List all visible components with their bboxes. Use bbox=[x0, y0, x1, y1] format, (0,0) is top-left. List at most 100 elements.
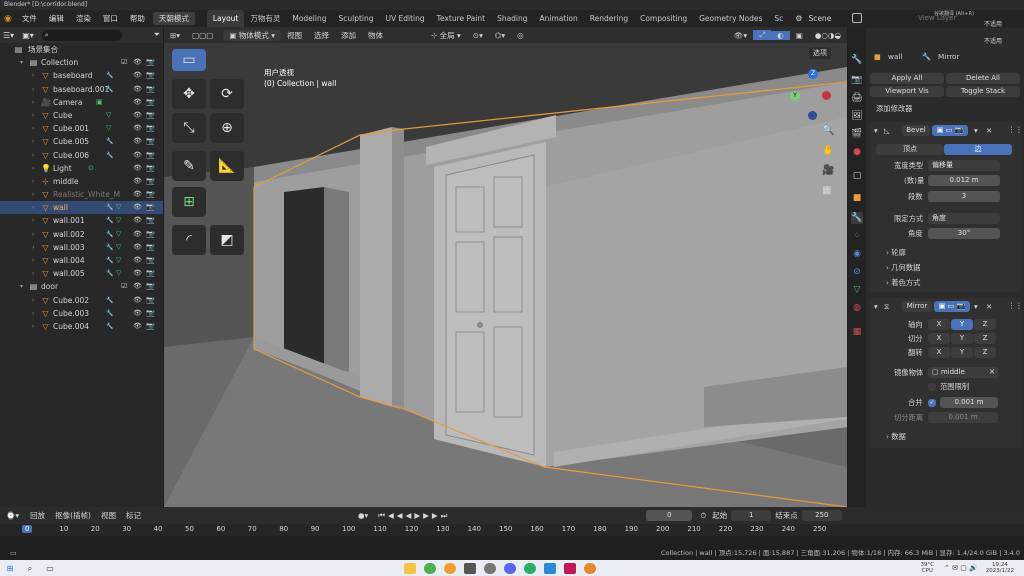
material-tab-icon[interactable]: ◍ bbox=[851, 302, 863, 314]
expand-toggle-icon[interactable]: › bbox=[32, 307, 34, 320]
bevel-dropdown-icon[interactable]: ▾ bbox=[974, 126, 978, 135]
tab-uv-editing[interactable]: UV Editing bbox=[380, 10, 431, 27]
gizmo-y-axis[interactable]: Y bbox=[790, 91, 800, 101]
gizmo-z-axis[interactable]: Z bbox=[808, 69, 818, 79]
current-frame-field[interactable]: 0 bbox=[646, 510, 693, 521]
render-camera-icon[interactable]: 📷 bbox=[146, 109, 155, 122]
expand-toggle-icon[interactable]: › bbox=[32, 69, 34, 82]
viewport-menu-object[interactable]: 物体 bbox=[362, 30, 389, 41]
mirror-close-icon[interactable]: ✕ bbox=[986, 302, 992, 311]
menu-render[interactable]: 渲染 bbox=[70, 10, 97, 27]
windows-start-icon[interactable]: ⊞ bbox=[4, 563, 16, 574]
tool-move-icon[interactable]: ✥ bbox=[172, 79, 206, 109]
modifier-wrench-icon[interactable]: 🔧 bbox=[106, 83, 113, 96]
visibility-eye-icon[interactable]: 👁 bbox=[133, 280, 142, 293]
mesh-data-icon[interactable]: ▽ bbox=[106, 122, 111, 135]
discord-icon[interactable] bbox=[504, 562, 516, 574]
tab-texture-paint[interactable]: Texture Paint bbox=[431, 10, 491, 27]
expand-toggle-icon[interactable]: › bbox=[32, 294, 34, 307]
tool-measure-icon[interactable]: 📐 bbox=[210, 151, 244, 181]
expand-toggle-icon[interactable]: › bbox=[32, 175, 34, 188]
visibility-eye-icon[interactable]: 👁 bbox=[133, 83, 142, 96]
visibility-eye-icon[interactable]: 👁 bbox=[133, 109, 142, 122]
timeline-menu-playback[interactable]: 回放 bbox=[25, 510, 50, 521]
constraints-tab-icon[interactable]: ⊘ bbox=[851, 266, 863, 278]
outliner-row[interactable]: ▾ ▤ door ☑ 👁 📷 bbox=[0, 280, 163, 293]
delete-all-button[interactable]: Delete All bbox=[946, 73, 1020, 84]
snap-icon[interactable]: ⌬▾ bbox=[489, 31, 511, 40]
3d-viewport[interactable]: ⊞▾ ▢▢▢ ▣ 物体模式 ▾ 视图 选择 添加 物体 ⊹ 全局 ▾ ⊙▾ ⌬▾… bbox=[164, 27, 847, 507]
zoom-icon[interactable]: 🔍 bbox=[822, 125, 834, 136]
scene-tab-icon[interactable]: 🎬 bbox=[851, 128, 863, 140]
tool-tab-icon[interactable]: 🔧 bbox=[851, 54, 863, 66]
bevel-drag-handle[interactable]: ⋮⋮ bbox=[1008, 125, 1023, 134]
render-camera-icon[interactable]: 📷 bbox=[146, 254, 155, 267]
gizmo-neg-z[interactable] bbox=[808, 111, 817, 120]
render-camera-icon[interactable]: 📷 bbox=[146, 149, 155, 162]
xray-icon[interactable]: ▣ bbox=[790, 31, 809, 40]
search-icon[interactable]: ⌕ bbox=[24, 563, 36, 574]
outliner-row[interactable]: › ▽ wall.001 🔧 ▽ 👁 📷 bbox=[0, 214, 163, 227]
modifier-wrench-icon[interactable]: 🔧 bbox=[106, 241, 113, 254]
scene-collection-row[interactable]: ▤ 场景集合 bbox=[0, 43, 163, 56]
modifier-wrench-icon[interactable]: 🔧 bbox=[106, 214, 113, 227]
outliner-search-input[interactable]: ⌕ bbox=[41, 29, 122, 41]
collection-checkbox[interactable]: ☑ bbox=[121, 56, 127, 69]
expand-toggle-icon[interactable]: › bbox=[32, 228, 34, 241]
outliner-row[interactable]: › ▽ Cube ▽ 👁 📷 bbox=[0, 109, 163, 122]
menu-special-mode[interactable]: 天朝模式 bbox=[152, 12, 195, 25]
expand-toggle-icon[interactable]: › bbox=[32, 201, 34, 214]
tool-annotate-icon[interactable]: ✎ bbox=[172, 151, 206, 181]
bevel-editmode-icon[interactable]: ▣ ▭ 📷 bbox=[932, 125, 968, 136]
mesh-data-icon[interactable]: ▽ bbox=[116, 201, 121, 214]
bisect-z-toggle[interactable]: Z bbox=[974, 333, 996, 344]
modifier-wrench-icon[interactable]: 🔧 bbox=[106, 201, 113, 214]
task-view-icon[interactable]: ▭ bbox=[44, 563, 56, 574]
visibility-eye-icon[interactable]: 👁 bbox=[133, 162, 142, 175]
section-shading[interactable]: › 着色方式 bbox=[886, 278, 920, 288]
outliner-row[interactable]: › ▽ Cube.001 ▽ 👁 📷 bbox=[0, 122, 163, 135]
width-type-dropdown[interactable]: 偏移量 bbox=[928, 160, 1000, 171]
app-icon-2[interactable] bbox=[444, 562, 456, 574]
mirror-collapse-icon[interactable]: ▾ bbox=[874, 302, 878, 311]
expand-toggle-icon[interactable]: › bbox=[32, 149, 34, 162]
bisect-x-toggle[interactable]: X bbox=[928, 333, 950, 344]
wechat-icon[interactable] bbox=[524, 562, 536, 574]
add-modifier-dropdown[interactable]: 添加修改器 bbox=[876, 104, 912, 114]
mesh-data-icon[interactable]: ▽ bbox=[116, 228, 121, 241]
object-data-icon[interactable]: ▣ bbox=[96, 96, 103, 109]
render-camera-icon[interactable]: 📷 bbox=[146, 135, 155, 148]
merge-distance-field[interactable]: 0.001 m bbox=[940, 397, 998, 408]
visibility-eye-icon[interactable]: 👁 bbox=[133, 122, 142, 135]
render-camera-icon[interactable]: 📷 bbox=[146, 241, 155, 254]
visibility-eye-icon[interactable]: 👁 bbox=[133, 175, 142, 188]
outliner-row[interactable]: › ▽ baseboard.001 🔧 👁 📷 bbox=[0, 83, 163, 96]
render-camera-icon[interactable]: 📷 bbox=[146, 56, 155, 69]
mirror-editmode-icon[interactable]: ▣ ▭ 📷 bbox=[934, 301, 970, 312]
timeline-menu-view[interactable]: 视图 bbox=[96, 510, 121, 521]
render-camera-icon[interactable]: 📷 bbox=[146, 294, 155, 307]
bevel-close-icon[interactable]: ✕ bbox=[986, 126, 992, 135]
timeline-menu-marker[interactable]: 标记 bbox=[121, 510, 146, 521]
modifier-tab-icon[interactable]: 🔧 bbox=[851, 212, 863, 224]
mirror-dropdown-icon[interactable]: ▾ bbox=[974, 302, 978, 311]
outliner-row[interactable]: › ▽ wall.005 🔧 ▽ 👁 📷 bbox=[0, 267, 163, 280]
gizmo-x-axis[interactable] bbox=[822, 91, 831, 100]
overlay-toggle-icon[interactable]: ◐ bbox=[771, 30, 790, 40]
view-layer-name[interactable]: View Layer bbox=[918, 14, 956, 22]
pan-hand-icon[interactable]: ✋ bbox=[822, 145, 834, 156]
outliner-row[interactable]: › ▽ Realistic_White_M 👁 📷 bbox=[0, 188, 163, 201]
render-camera-icon[interactable]: 📷 bbox=[146, 228, 155, 241]
bisect-distance-field[interactable]: 0.001 m bbox=[928, 412, 998, 423]
visibility-eye-icon[interactable]: 👁 bbox=[133, 228, 142, 241]
visibility-eye-icon[interactable]: 👁 bbox=[133, 214, 142, 227]
bevel-name-field[interactable]: Bevel bbox=[902, 125, 930, 136]
render-camera-icon[interactable]: 📷 bbox=[146, 307, 155, 320]
segments-field[interactable]: 3 bbox=[928, 191, 1000, 202]
visibility-icon[interactable]: 👁▾ bbox=[728, 31, 753, 40]
tab-sculpting[interactable]: Sculpting bbox=[332, 10, 379, 27]
mesh-data-icon[interactable]: ▽ bbox=[116, 267, 121, 280]
tool-bevel-icon[interactable]: ◜ bbox=[172, 225, 206, 255]
object-mode-dropdown[interactable]: ▣ 物体模式 ▾ bbox=[223, 29, 281, 41]
visibility-eye-icon[interactable]: 👁 bbox=[133, 149, 142, 162]
